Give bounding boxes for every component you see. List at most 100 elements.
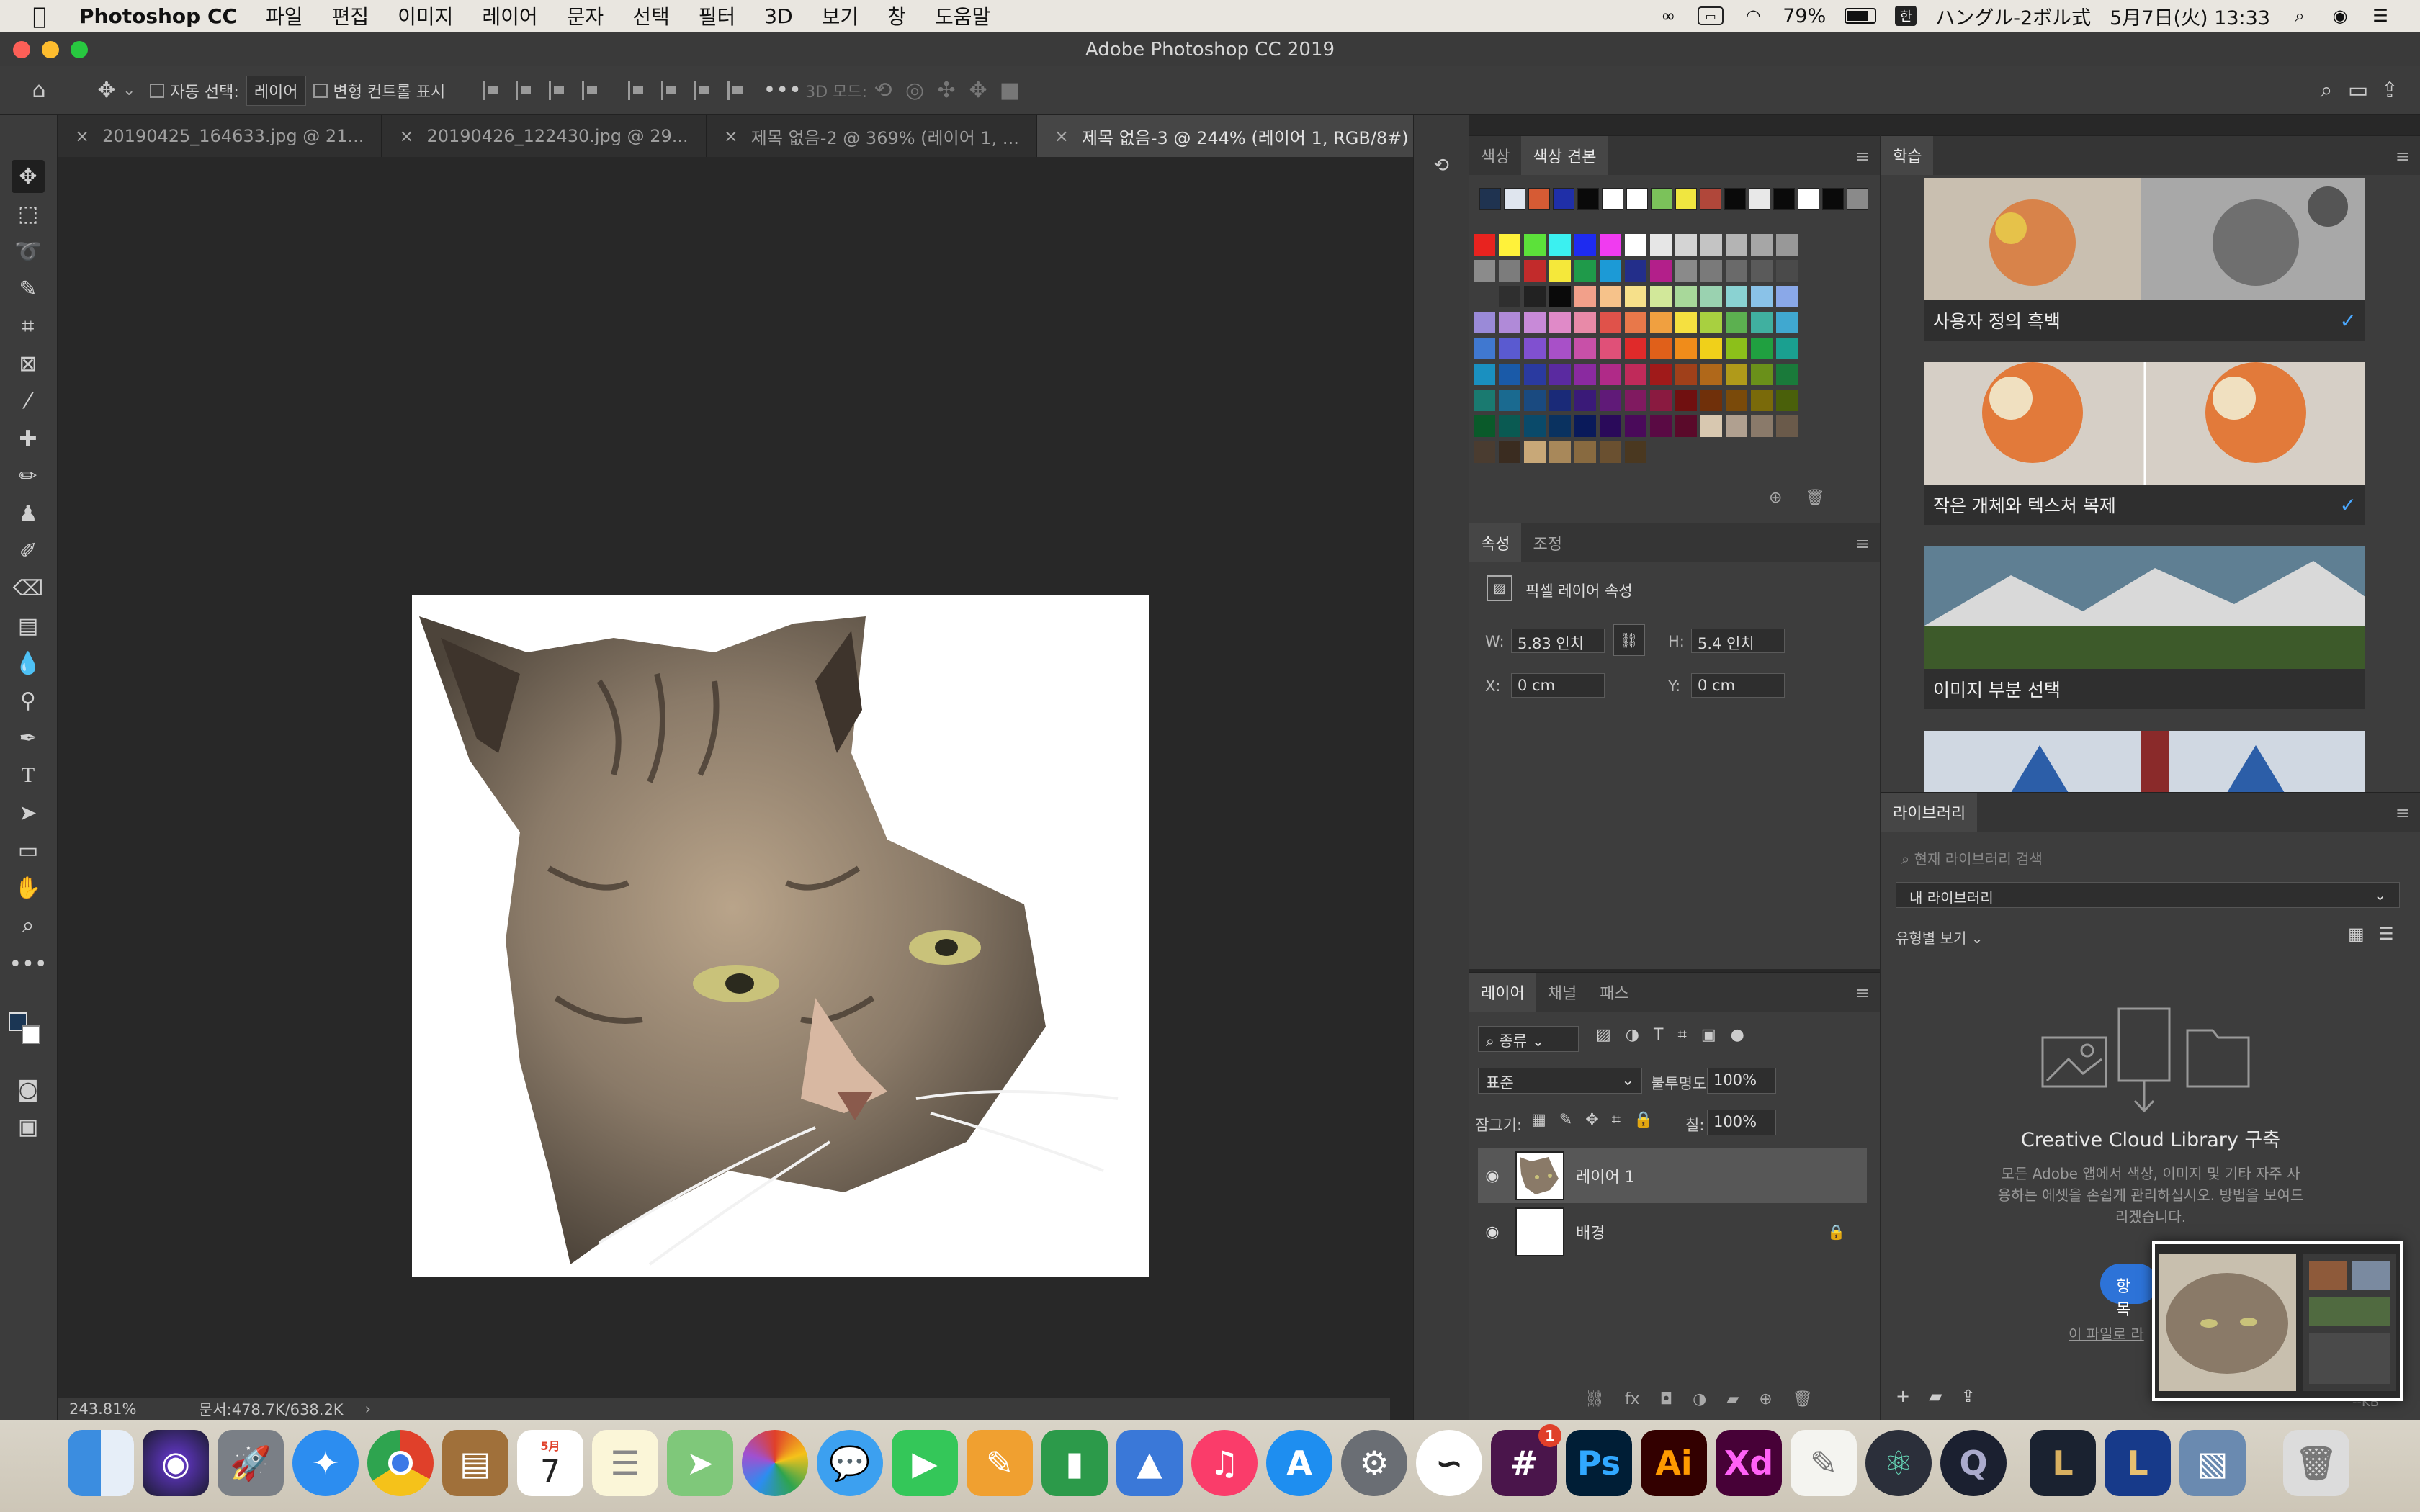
color-swatch[interactable]	[1751, 234, 1773, 256]
lock-transparent-icon[interactable]: ▦	[1531, 1111, 1546, 1129]
color-swatch[interactable]	[1700, 234, 1722, 256]
tab-libraries[interactable]: 라이브러리	[1881, 793, 1978, 832]
color-swatch[interactable]	[1726, 234, 1747, 256]
color-swatch[interactable]	[1474, 312, 1495, 333]
trash-icon[interactable]: 🗑	[2283, 1430, 2349, 1496]
recent-swatch[interactable]	[1700, 188, 1721, 210]
color-swatch[interactable]	[1524, 312, 1546, 333]
gradient-tool-icon[interactable]: ▤	[12, 609, 45, 642]
color-swatch[interactable]	[1650, 338, 1672, 359]
color-swatch[interactable]	[1499, 441, 1520, 463]
tab-properties[interactable]: 속성	[1469, 523, 1522, 562]
maps-icon[interactable]: ➤	[667, 1430, 733, 1496]
lock-icon[interactable]: 🔒	[1827, 1223, 1845, 1241]
close-tab-icon[interactable]: ×	[1054, 126, 1069, 146]
tab-document-1[interactable]: × 20190425_164633.jpg @ 21...	[58, 115, 382, 157]
recent-swatch[interactable]	[1577, 188, 1599, 210]
align-left-icon[interactable]	[483, 81, 498, 100]
color-swatch[interactable]	[1776, 312, 1798, 333]
library-select-dropdown[interactable]: 내 라이브러리 ⌄	[1896, 882, 2400, 908]
color-swatch[interactable]	[1751, 415, 1773, 437]
tab-paths[interactable]: 패스	[1588, 973, 1640, 1012]
color-swatch[interactable]	[1524, 390, 1546, 411]
path-select-tool-icon[interactable]: ➤	[12, 796, 45, 829]
color-swatch[interactable]	[1600, 390, 1621, 411]
screenshot-thumbnail-preview[interactable]	[2152, 1241, 2403, 1401]
layer-row[interactable]: ◉ 배경 🔒	[1478, 1205, 1867, 1259]
file-library-link[interactable]: 이 파일로 라	[2069, 1323, 2144, 1344]
color-swatch[interactable]	[1499, 364, 1520, 385]
color-swatch[interactable]	[1549, 441, 1571, 463]
color-swatch[interactable]	[1625, 364, 1646, 385]
edit-toolbar-icon[interactable]: •••	[9, 948, 47, 981]
dodge-tool-icon[interactable]: ⚲	[12, 684, 45, 717]
close-tab-icon[interactable]: ×	[75, 126, 89, 146]
tab-learn[interactable]: 학습	[1881, 136, 1934, 175]
marquee-tool-icon[interactable]: ⬚	[12, 197, 45, 230]
quicktime-icon[interactable]: Q	[1940, 1430, 2007, 1496]
league-client-icon[interactable]: L	[2030, 1430, 2096, 1496]
color-swatch[interactable]	[1650, 286, 1672, 307]
zoom-tool-icon[interactable]: ⌕	[12, 909, 45, 942]
color-swatch[interactable]	[1700, 338, 1722, 359]
color-swatch[interactable]	[1650, 415, 1672, 437]
view-by-type-dropdown[interactable]: 유형별 보기 ⌄	[1896, 927, 1983, 948]
color-swatch[interactable]	[1600, 364, 1621, 385]
layer-style-icon[interactable]: fx	[1625, 1390, 1640, 1408]
color-swatch[interactable]	[1574, 260, 1596, 282]
color-swatch[interactable]	[1726, 390, 1747, 411]
tutorial-card[interactable]: 사용자 정의 흑백 ✓	[1924, 178, 2365, 341]
color-swatch[interactable]	[1499, 260, 1520, 282]
quick-select-tool-icon[interactable]: ✎	[12, 272, 45, 305]
filter-shape-icon[interactable]: ⌗	[1677, 1026, 1686, 1044]
color-swatch[interactable]	[1726, 312, 1747, 333]
new-layer-icon[interactable]: ⊕	[1759, 1390, 1772, 1408]
tutorial-card[interactable]: 작은 개체와 텍스처 복제 ✓	[1924, 362, 2365, 525]
preview-icon[interactable]: ▧	[2179, 1430, 2246, 1496]
color-swatch[interactable]	[1726, 260, 1747, 282]
chrome-icon[interactable]	[367, 1430, 434, 1496]
recent-swatch[interactable]	[1847, 188, 1868, 210]
menu-3d[interactable]: 3D	[764, 4, 792, 28]
panel-menu-icon[interactable]: ≡	[2396, 146, 2410, 166]
color-swatch[interactable]	[1524, 260, 1546, 282]
list-view-icon[interactable]: ☰	[2378, 924, 2394, 944]
panel-menu-icon[interactable]: ≡	[1855, 146, 1870, 166]
color-swatch[interactable]	[1776, 364, 1798, 385]
canvas-area[interactable]	[58, 157, 1390, 1398]
clone-stamp-tool-icon[interactable]: ♟	[12, 497, 45, 530]
color-swatch[interactable]	[1499, 338, 1520, 359]
system-preferences-icon[interactable]: ⚙	[1341, 1430, 1407, 1496]
workspace-icon[interactable]: ▭	[2342, 75, 2374, 107]
new-group-icon[interactable]: ▰	[1726, 1390, 1739, 1408]
search-icon[interactable]: ⌕	[2311, 75, 2342, 107]
width-field[interactable]: 5.83 인치	[1511, 629, 1605, 653]
pages-icon[interactable]: ✎	[967, 1430, 1033, 1496]
color-swatch[interactable]	[1524, 415, 1546, 437]
league-of-legends-icon[interactable]: L	[2105, 1430, 2171, 1496]
menu-help[interactable]: 도움말	[935, 1, 990, 30]
blend-mode-dropdown[interactable]: 표준 ⌄	[1478, 1068, 1642, 1094]
notification-center-icon[interactable]: ☰	[2370, 5, 2391, 27]
align-right-icon[interactable]	[549, 81, 565, 100]
color-swatch[interactable]	[1574, 286, 1596, 307]
color-swatch[interactable]	[1600, 338, 1621, 359]
document-canvas[interactable]	[412, 595, 1150, 1277]
color-swatch[interactable]	[1650, 364, 1672, 385]
color-swatch[interactable]	[1524, 234, 1546, 256]
menu-filter[interactable]: 필터	[699, 1, 736, 30]
brush-tool-icon[interactable]: ✏	[12, 459, 45, 492]
wifi-icon[interactable]: ◠	[1742, 5, 1764, 27]
color-swatch[interactable]	[1675, 364, 1697, 385]
y-field[interactable]: 0 cm	[1691, 673, 1785, 698]
fill-field[interactable]: 100%	[1707, 1110, 1776, 1135]
color-swatch[interactable]	[1675, 390, 1697, 411]
lock-image-icon[interactable]: ✎	[1559, 1111, 1572, 1129]
color-swatch[interactable]	[1499, 312, 1520, 333]
color-swatch[interactable]	[1474, 441, 1495, 463]
color-swatch[interactable]	[1549, 390, 1571, 411]
keynote-icon[interactable]: ▲	[1116, 1430, 1183, 1496]
color-swatch[interactable]	[1625, 415, 1646, 437]
clock[interactable]: 5月7日(火) 13:33	[2110, 2, 2270, 30]
menu-layer[interactable]: 레이어	[482, 1, 537, 30]
